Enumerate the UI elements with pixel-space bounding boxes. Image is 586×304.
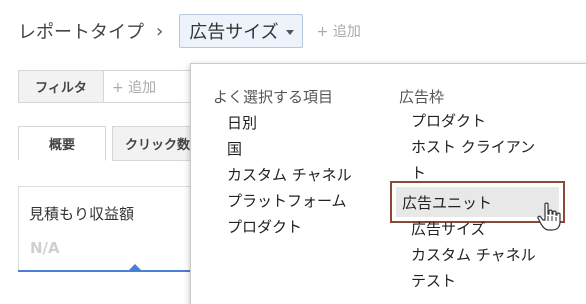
menu-item-test[interactable]: テスト (411, 270, 456, 291)
add-dimension-link[interactable]: + 追加 (317, 21, 361, 41)
card-value: N/A (30, 239, 60, 257)
ad-size-dropdown-label: 広告サイズ (189, 22, 279, 43)
revenue-card[interactable]: 見積もり収益額 N/A (18, 186, 198, 272)
card-underline (18, 270, 198, 272)
menu-item-inventory-product[interactable]: プロダクト (411, 110, 486, 131)
card-title: 見積もり収益額 (29, 205, 135, 223)
filter-add-input[interactable]: + 追加 (104, 70, 194, 103)
tab-summary[interactable]: 概要 (18, 126, 106, 161)
menu-item-inventory-custom-channel[interactable]: カスタム チャネル (411, 244, 536, 265)
menu-item-ad-unit-row[interactable]: 広告ユニット (396, 187, 559, 217)
menu-item-country[interactable]: 国 (227, 138, 242, 159)
menu-item-custom-channel[interactable]: カスタム チャネル (227, 164, 352, 185)
chevron-down-icon (285, 29, 294, 35)
report-type-label: レポートタイプ (18, 22, 144, 43)
menu-item-host-client[interactable]: ホスト クライアン (411, 136, 535, 157)
dimension-menu: よく選択する項目 日別 国 カスタム チャネル プラットフォーム プロダクト 広… (190, 63, 586, 304)
menu-item-ad-unit[interactable]: 広告ユニット (402, 192, 492, 213)
breadcrumb: レポートタイプ › 広告サイズ + 追加 (18, 13, 361, 49)
ad-size-dropdown[interactable]: 広告サイズ (179, 14, 303, 48)
menu-heading-frequent: よく選択する項目 (213, 88, 334, 106)
menu-item-platform[interactable]: プラットフォーム (227, 190, 347, 211)
menu-item-host-client-wrap[interactable]: ト (411, 162, 426, 183)
hand-pointer-icon (537, 202, 561, 231)
menu-item-daily[interactable]: 日別 (227, 112, 257, 133)
menu-item-ad-size[interactable]: 広告サイズ (411, 218, 486, 239)
menu-heading-inventory: 広告枠 (399, 88, 445, 106)
breadcrumb-separator: › (156, 20, 164, 42)
filter-button[interactable]: フィルタ (18, 70, 104, 103)
menu-item-product[interactable]: プロダクト (227, 216, 302, 237)
tab-clicks[interactable]: クリック数 (112, 126, 202, 161)
card-notch-indicator (129, 264, 141, 270)
